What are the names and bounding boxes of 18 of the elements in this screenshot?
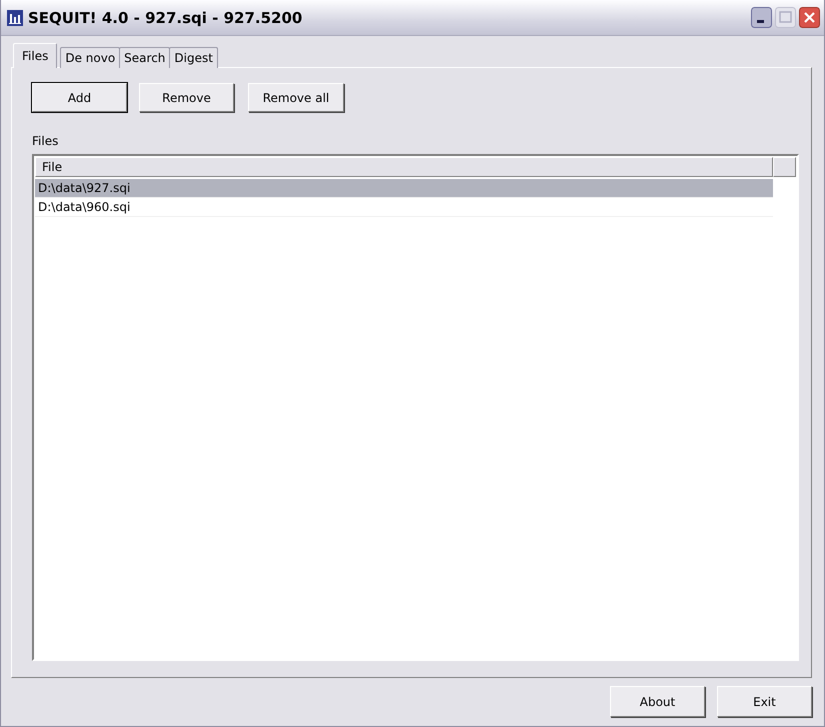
window-title: SEQUIT! 4.0 - 927.sqi - 927.5200 [28,8,304,26]
tab[interactable]: Digest [169,47,218,68]
list-label: Files [32,134,60,148]
minimize-icon[interactable] [751,7,772,28]
column-header-filler [773,157,796,177]
footer-button[interactable]: Exit [717,686,812,717]
toolbar-button[interactable]: Add [32,83,127,112]
tab[interactable]: Search [119,47,170,68]
app-icon [7,10,23,26]
tab[interactable]: Files [13,43,58,68]
toolbar-button[interactable]: Remove [139,83,234,112]
column-header[interactable]: File [35,157,773,177]
list-row[interactable]: D:\data\927.sqi [35,179,773,198]
list-row[interactable]: D:\data\960.sqi [35,198,773,217]
tab[interactable]: De novo [60,47,120,68]
close-icon[interactable] [799,7,820,28]
toolbar-button[interactable]: Remove all [248,83,344,112]
footer-button[interactable]: About [610,686,705,717]
